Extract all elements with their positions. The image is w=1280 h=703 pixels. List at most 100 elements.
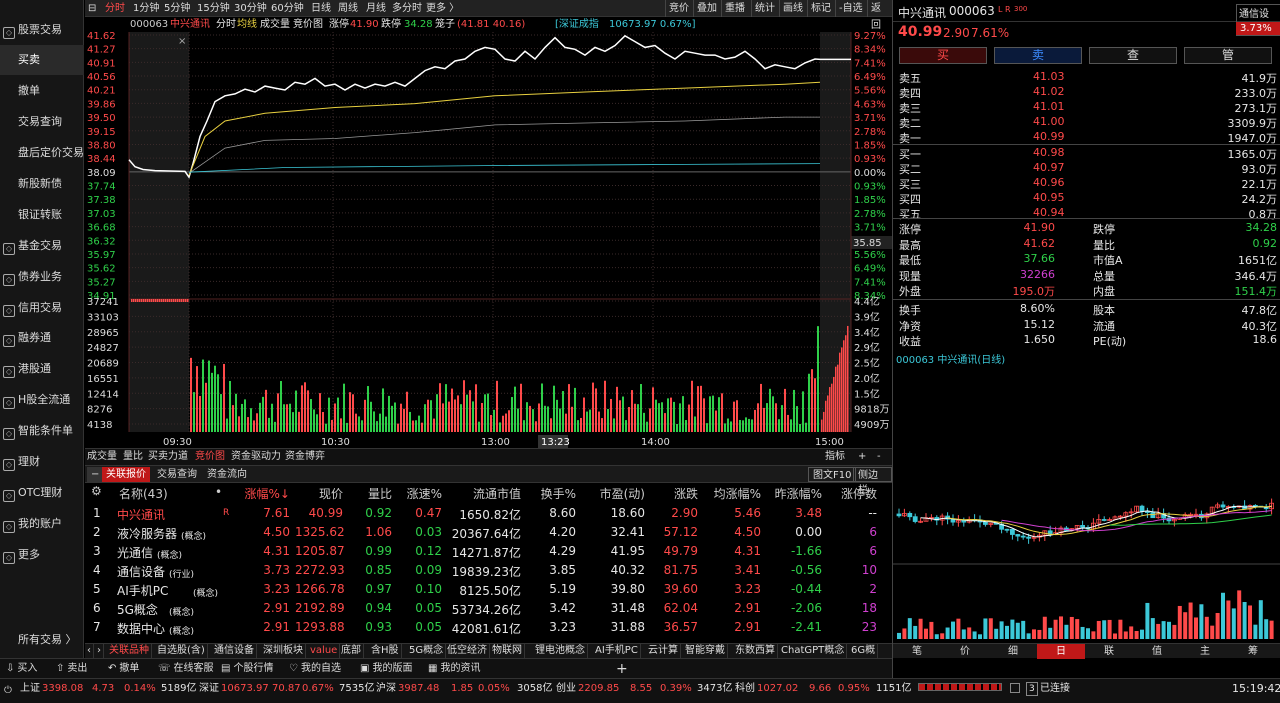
chart-tool-5[interactable]: 标记 [807, 0, 834, 17]
block-tab-13[interactable]: 智能穿戴 [683, 644, 728, 658]
table-settings-icon[interactable]: ⚙ [91, 484, 102, 498]
period-tab-9[interactable]: 多分时 [392, 0, 422, 17]
column-header-11[interactable]: 昨涨幅% [765, 485, 822, 502]
menu-icon[interactable]: ⊟ [88, 0, 96, 17]
indicator-tab-0[interactable]: 成交量 [87, 449, 117, 465]
list-side-1[interactable]: 侧边栏 [853, 467, 892, 496]
chart-tool-1[interactable]: 叠加 [693, 0, 720, 17]
daily-kline-chart[interactable] [893, 364, 1280, 643]
row-name[interactable]: AI手机PC [117, 582, 168, 599]
chart-tool-6[interactable]: -自选 [835, 0, 866, 17]
block-tab-5[interactable]: 底部 [339, 644, 364, 658]
period-tab-8[interactable]: 月线 [366, 0, 386, 17]
info-avg[interactable]: 均线 [237, 17, 257, 32]
right-tab-4[interactable]: 联 [1085, 644, 1133, 659]
quote-button-1[interactable]: 卖 [994, 47, 1082, 64]
nav-item-9[interactable]: ◇ 信用交易 [0, 293, 84, 323]
nav-item-5[interactable]: 新股新债 [0, 169, 84, 199]
period-tab-7[interactable]: 周线 [338, 0, 358, 17]
indicator-tab-3[interactable]: 竞价图 [195, 449, 225, 465]
row-name[interactable]: 光通信 [117, 544, 153, 561]
list-side-0[interactable]: 图文F10 [808, 467, 857, 482]
indicator-control-2[interactable]: - [877, 449, 881, 465]
nav-item-13[interactable]: ◇ 智能条件单 [0, 416, 84, 446]
scroll-left-icon[interactable]: ‹ [85, 644, 94, 658]
column-header-12[interactable]: 涨停数 [829, 485, 877, 502]
row-name[interactable]: 液冷服务器 [117, 525, 177, 542]
block-tab-3[interactable]: 深圳板块 [261, 644, 306, 658]
period-tab-1[interactable]: 1分钟 [133, 0, 159, 17]
row-name[interactable]: 5G概念 [117, 601, 158, 618]
indicator-tab-1[interactable]: 量比 [123, 449, 143, 465]
action-0[interactable]: ⇩ 买入 [6, 659, 37, 679]
indicator-tab-5[interactable]: 资金博弈 [285, 449, 325, 465]
table-row[interactable]: 2 液冷服务器 (概念) 4.50 1325.62 1.06 0.03 20367.64亿 4.… [85, 523, 892, 542]
nav-item-2[interactable]: 撤单 [0, 76, 84, 106]
table-row[interactable]: 5 AI手机PC (概念) 3.23 1266.78 0.97 0.10 8125.50亿 5.… [85, 580, 892, 599]
column-header-5[interactable]: 涨速% [395, 485, 442, 502]
right-tab-5[interactable]: 值 [1133, 644, 1181, 659]
table-row[interactable]: 6 5G概念 (概念) 2.91 2192.89 0.94 0.05 53734.26亿 3.4… [85, 599, 892, 618]
list-tab-0[interactable]: 关联报价 [102, 467, 150, 482]
nav-item-18[interactable]: 所有交易 〉 [0, 625, 84, 655]
right-tab-6[interactable]: 主 [1181, 644, 1229, 659]
column-header-2[interactable]: 涨幅%↓ [235, 485, 290, 502]
column-header-0[interactable]: 名称(43) [119, 485, 179, 502]
collapse-icon[interactable]: − [87, 467, 104, 482]
column-header-7[interactable]: 换手% [526, 485, 576, 502]
info-mode[interactable]: 分时 [216, 17, 236, 32]
action-7[interactable]: ▦ 我的资讯 [428, 659, 480, 679]
chart-tool-3[interactable]: 统计 [751, 0, 778, 17]
indicator-control-1[interactable]: + [858, 449, 866, 465]
block-tab-9[interactable]: 物联网 [490, 644, 525, 658]
right-tab-0[interactable]: 笔 [893, 644, 941, 659]
nav-item-1[interactable]: 买卖 [0, 45, 84, 75]
right-tab-2[interactable]: 细 [989, 644, 1037, 659]
nav-item-3[interactable]: 交易查询 [0, 107, 84, 137]
chart-tool-4[interactable]: 画线 [779, 0, 806, 17]
block-tab-7[interactable]: 5G概念 [407, 644, 447, 658]
add-tab-icon[interactable]: + [616, 659, 628, 679]
action-2[interactable]: ↶ 撤单 [108, 659, 139, 679]
action-1[interactable]: ⇧ 卖出 [56, 659, 87, 679]
table-row[interactable]: 7 数据中心 (概念) 2.91 1293.88 0.93 0.05 42081.61亿 3.2… [85, 618, 892, 637]
block-tab-11[interactable]: AI手机PC [593, 644, 641, 658]
block-tab-16[interactable]: 6G概 [849, 644, 879, 658]
table-row[interactable]: 3 光通信 (概念) 4.31 1205.87 0.99 0.12 14271.87亿 4.29… [85, 542, 892, 561]
block-tab-10[interactable]: 锂电池概念 [533, 644, 588, 658]
row-name[interactable]: 中兴通讯 [117, 506, 165, 523]
block-tab-4[interactable]: value [308, 644, 341, 658]
chart-tool-2[interactable]: 重播 [721, 0, 748, 17]
lock-icon[interactable] [1010, 683, 1020, 693]
chart-tool-7[interactable]: 返回 [867, 0, 892, 31]
column-header-8[interactable]: 市盈(动) [583, 485, 645, 502]
row-name[interactable]: 数据中心 [117, 620, 165, 637]
nav-item-4[interactable]: 盘后定价交易 [0, 138, 84, 168]
right-tab-3[interactable]: 日 [1037, 644, 1085, 659]
nav-item-7[interactable]: ◇ 基金交易 [0, 231, 84, 261]
table-row[interactable]: 4 通信设备 (行业) 3.73 2272.93 0.85 0.09 19839.23亿 3.8… [85, 561, 892, 580]
right-tab-1[interactable]: 价 [941, 644, 989, 659]
chart-tool-0[interactable]: 竞价 [665, 0, 692, 17]
action-6[interactable]: ▣ 我的版面 [360, 659, 412, 679]
column-header-4[interactable]: 量比 [347, 485, 392, 502]
block-tab-6[interactable]: 含H股 [369, 644, 402, 658]
indicator-tab-4[interactable]: 资金驱动力 [231, 449, 281, 465]
nav-item-16[interactable]: ◇ 我的账户 [0, 509, 84, 539]
quote-button-0[interactable]: 买 [899, 47, 987, 64]
action-4[interactable]: ▤ 个股行情 [221, 659, 273, 679]
block-tab-15[interactable]: ChatGPT概念 [779, 644, 848, 658]
column-header-10[interactable]: 均涨幅% [705, 485, 761, 502]
nav-item-8[interactable]: ◇ 债券业务 [0, 262, 84, 292]
nav-item-14[interactable]: ◇ 理财 [0, 447, 84, 477]
column-header-6[interactable]: 流通市值 [449, 485, 521, 502]
intraday-chart[interactable]: 41.62 9.27% 41.27 8.34% 40.91 7.41% 40.56 6.49%… [85, 31, 892, 448]
row-name[interactable]: 通信设备 [117, 563, 165, 580]
table-row[interactable]: 1 中兴通讯 R 7.61 40.99 0.92 0.47 1650.82亿 8.60 18.60… [85, 504, 892, 523]
period-tab-5[interactable]: 60分钟 [271, 0, 304, 17]
quote-button-3[interactable]: 管 [1184, 47, 1272, 64]
nav-item-12[interactable]: ◇ H股全流通 [0, 385, 84, 415]
period-tab-2[interactable]: 5分钟 [164, 0, 190, 17]
info-vol[interactable]: 成交量 [260, 17, 290, 32]
period-tab-4[interactable]: 30分钟 [234, 0, 267, 17]
